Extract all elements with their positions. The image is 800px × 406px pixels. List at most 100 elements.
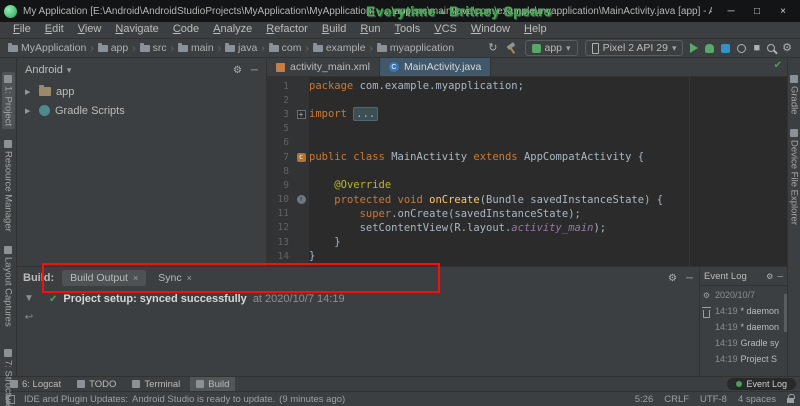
folder-icon [178, 45, 188, 52]
build-panel-body: ▼ ↩ ✔ Project setup: synced successfully… [17, 289, 699, 376]
encoding-indicator[interactable]: UTF-8 [700, 394, 727, 405]
inspections-ok-icon[interactable]: ✔ [774, 60, 782, 71]
editor-tab-mainactivity-java[interactable]: CMainActivity.java [380, 58, 491, 76]
build-hammer-icon[interactable] [505, 42, 518, 55]
menu-item-refactor[interactable]: Refactor [259, 22, 315, 36]
caret-position[interactable]: 5:26 [635, 394, 654, 405]
breadcrumb-item-src[interactable]: src [140, 42, 167, 54]
settings-gear-icon[interactable]: ⚙ [782, 43, 792, 54]
toolwindow-button-todo[interactable]: TODO [71, 377, 122, 391]
sync-project-icon[interactable]: ↻ [488, 43, 497, 54]
stop-button[interactable]: ■ [753, 43, 760, 54]
maximize-button[interactable]: □ [744, 2, 770, 20]
chevron-down-icon: ▾ [672, 43, 677, 54]
event-log-entry[interactable]: 14:19Project S [715, 351, 782, 367]
menu-item-navigate[interactable]: Navigate [108, 22, 165, 36]
close-button[interactable]: × [770, 2, 796, 20]
menu-item-window[interactable]: Window [464, 22, 517, 36]
breadcrumb-item-main[interactable]: main [178, 42, 214, 54]
menu-item-code[interactable]: Code [166, 22, 206, 36]
breadcrumb-item-com[interactable]: com [269, 42, 302, 54]
tool-stripe-gradle[interactable]: Gradle [788, 72, 800, 118]
hide-panel-icon[interactable]: ─ [251, 65, 258, 76]
tree-item-gradle-scripts[interactable]: ▶Gradle Scripts [17, 101, 266, 120]
menu-item-help[interactable]: Help [517, 22, 554, 36]
menu-item-analyze[interactable]: Analyze [206, 22, 259, 36]
settings-gear-icon[interactable]: ⚙ [703, 291, 710, 300]
menu-item-vcs[interactable]: VCS [427, 22, 464, 36]
event-log-entry[interactable]: 14:19Gradle sy [715, 335, 782, 351]
tool-stripe-resource-manager[interactable]: Resource Manager [2, 137, 15, 235]
event-log-entry[interactable]: 14:19* daemon [715, 319, 782, 335]
run-config-select[interactable]: app ▾ [525, 40, 578, 56]
clear-all-trash-icon[interactable] [703, 310, 710, 318]
readonly-lock-icon[interactable] [787, 398, 794, 403]
event-log-button-label: Event Log [746, 379, 787, 389]
line-number: 2 [267, 95, 293, 106]
menu-item-edit[interactable]: Edit [38, 22, 71, 36]
folder-icon [140, 45, 150, 52]
project-view-selector[interactable]: Android ▾ [25, 64, 71, 76]
chevron-expand-icon[interactable]: ▶ [25, 88, 34, 96]
gear-icon[interactable]: ⚙ [233, 65, 242, 76]
attach-debugger-icon[interactable] [737, 44, 746, 53]
hide-panel-icon[interactable]: ─ [777, 272, 783, 281]
workspace: 1: Project Resource Manager Layout Capture… [0, 58, 800, 376]
code-line: 13 } [267, 235, 787, 249]
minimize-button[interactable]: ─ [718, 2, 744, 20]
menu-item-run[interactable]: Run [353, 22, 387, 36]
search-icon[interactable] [767, 44, 775, 52]
indent-indicator[interactable]: 4 spaces [738, 394, 776, 405]
breadcrumb-item-example[interactable]: example [313, 42, 366, 54]
breadcrumb-item-java[interactable]: java [225, 42, 257, 54]
toolbar-actions: ↻ app ▾ Pixel 2 API 29 ▾ ■ ⚙ [488, 40, 792, 56]
tool-stripe-1-project[interactable]: 1: Project [2, 72, 15, 129]
code-area[interactable]: 1package com.example.myapplication;23+im… [267, 77, 787, 266]
event-log-button[interactable]: Event Log [727, 378, 796, 390]
right-strip-tabs: Gradle Device File Explorer [788, 64, 800, 236]
toolwindow-toggle-icon[interactable] [6, 395, 15, 404]
tree-item-app[interactable]: ▶app [17, 82, 266, 101]
device-select[interactable]: Pixel 2 API 29 ▾ [585, 40, 684, 56]
line-ending-indicator[interactable]: CRLF [664, 394, 689, 405]
toolwindow-button-6-logcat[interactable]: 6: Logcat [4, 377, 67, 391]
chevron-right-icon: › [132, 43, 135, 54]
chevron-expand-icon[interactable]: ▶ [25, 107, 34, 115]
build-panel-toolbar: ▼ ↩ [17, 289, 41, 376]
menu-item-file[interactable]: File [6, 22, 38, 36]
check-icon: ✔ [49, 294, 57, 305]
debug-button[interactable] [705, 44, 714, 53]
toolwindow-button-terminal[interactable]: Terminal [126, 377, 186, 391]
status-message[interactable]: IDE and Plugin Updates: Android Studio i… [24, 394, 345, 405]
breadcrumb-item-myapplication[interactable]: MyApplication [8, 42, 86, 54]
profile-button[interactable] [721, 44, 730, 53]
token: extends [473, 151, 524, 163]
tool-stripe-device-file-explorer[interactable]: Device File Explorer [788, 126, 800, 228]
chevron-right-icon: › [261, 43, 264, 54]
line-number: 12 [267, 222, 293, 233]
token [309, 179, 334, 191]
sync-message-time: at 2020/10/7 14:19 [253, 293, 345, 305]
event-log-status-icon [736, 381, 742, 387]
breadcrumb-item-app[interactable]: app [98, 42, 129, 54]
menu-item-tools[interactable]: Tools [388, 22, 428, 36]
filter-icon[interactable]: ▼ [24, 293, 34, 304]
code-line: 3+import ... [267, 107, 787, 121]
toolwindow-button-build[interactable]: Build [190, 377, 235, 391]
run-button[interactable] [690, 43, 698, 53]
folder-icon [269, 45, 279, 52]
gear-icon[interactable]: ⚙ [766, 272, 773, 281]
hide-panel-icon[interactable]: ─ [686, 273, 693, 284]
menu-item-view[interactable]: View [71, 22, 109, 36]
gradle-icon [39, 105, 50, 116]
event-log-entry[interactable]: 14:19* daemon [715, 303, 782, 319]
code-text: @Override [309, 179, 391, 191]
editor-tab-activity-main-xml[interactable]: activity_main.xml [267, 58, 380, 76]
menu-bar: FileEditViewNavigateCodeAnalyzeRefactorB… [0, 22, 800, 39]
tool-stripe-layout-captures[interactable]: Layout Captures [2, 243, 15, 330]
gear-icon[interactable]: ⚙ [668, 273, 677, 284]
menu-item-build[interactable]: Build [315, 22, 353, 36]
fold-expand-icon[interactable]: + [297, 110, 306, 119]
soft-wrap-icon[interactable]: ↩ [25, 312, 33, 323]
breadcrumb-item-myapplication[interactable]: myapplication [377, 42, 454, 54]
